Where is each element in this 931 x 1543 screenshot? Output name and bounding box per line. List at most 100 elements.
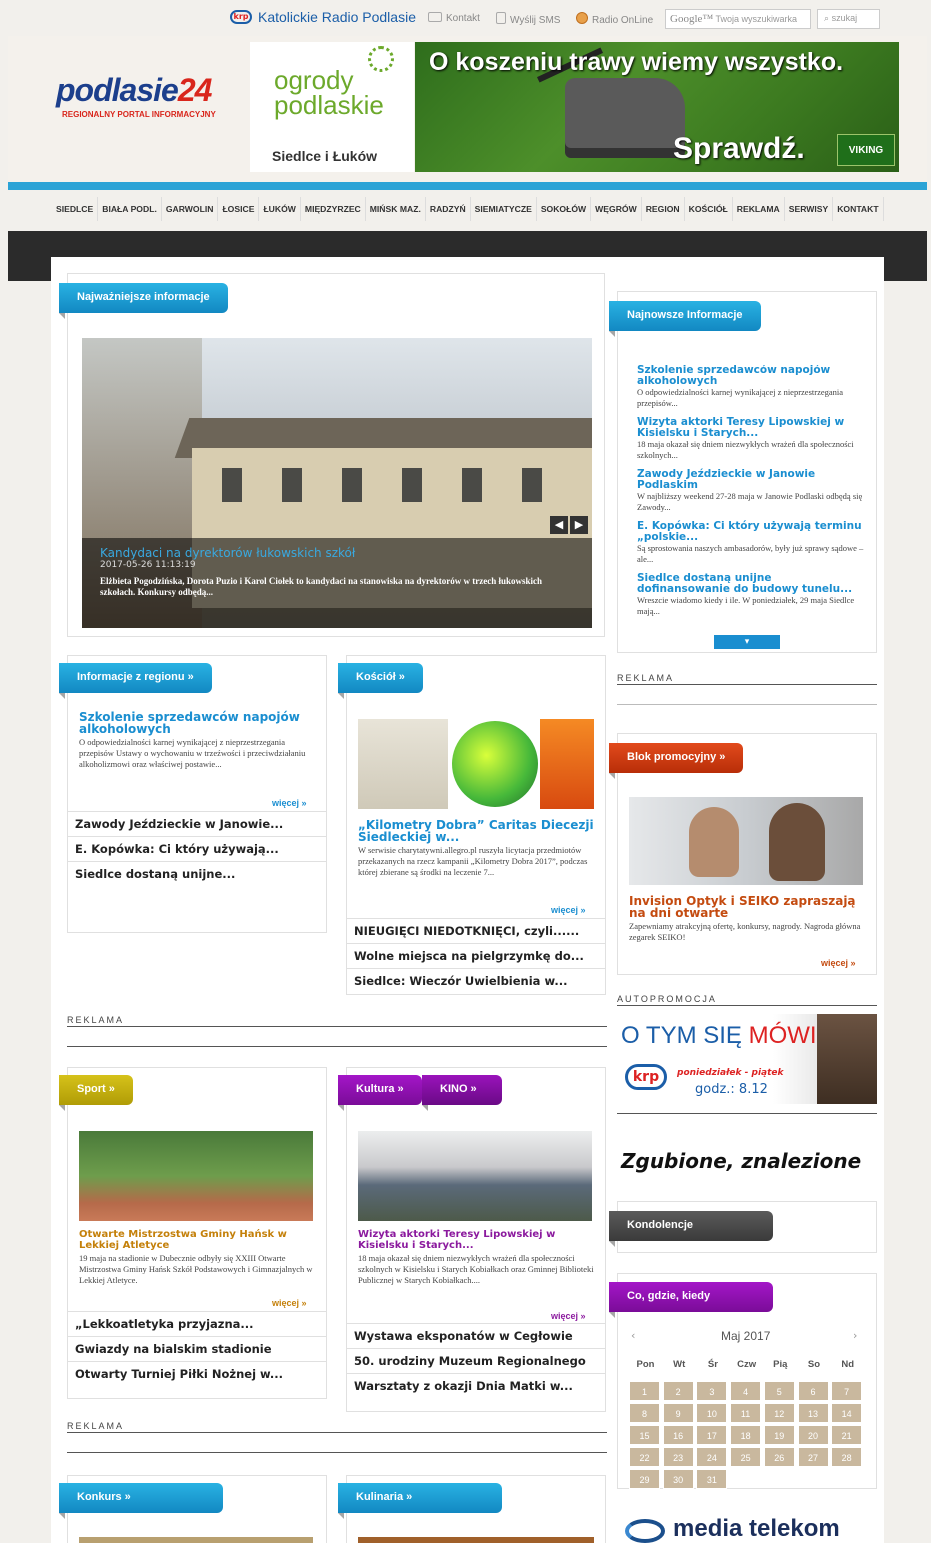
nav-item[interactable]: REKLAMA	[733, 197, 785, 221]
calendar-day[interactable]: 23	[662, 1447, 694, 1467]
region-link[interactable]: Siedlce dostaną unijne...	[67, 861, 327, 886]
culture-lead-image[interactable]	[358, 1131, 592, 1221]
nav-item[interactable]: WĘGRÓW	[591, 197, 642, 221]
news-slider[interactable]: Kandydaci na dyrektorów łukowskich szkół…	[82, 338, 592, 628]
calendar-day[interactable]: 14	[831, 1403, 863, 1423]
calendar-day[interactable]: 6	[797, 1381, 829, 1401]
calendar-day[interactable]: 25	[730, 1447, 762, 1467]
nav-item[interactable]: KOŚCIÓŁ	[685, 197, 733, 221]
church-lead-image[interactable]	[358, 719, 594, 809]
culture-link[interactable]: Warsztaty z okazji Dnia Matki w...	[346, 1373, 606, 1398]
calendar-day[interactable]: 4	[730, 1381, 762, 1401]
calendar-day[interactable]: 11	[730, 1403, 762, 1423]
calendar-day[interactable]: 26	[763, 1447, 795, 1467]
tab-calendar[interactable]: Co, gdzie, kiedy	[609, 1282, 773, 1318]
cuisine-image[interactable]	[358, 1537, 594, 1543]
church-link[interactable]: NIEUGIĘCI NIEDOTKNIĘCI, czyli......	[346, 918, 606, 943]
nav-item[interactable]: REGION	[642, 197, 685, 221]
newest-item-title[interactable]: Siedlce dostaną unijne dofinansowanie do…	[637, 573, 867, 595]
slider-prev-button[interactable]: ◀	[550, 516, 568, 534]
newest-item-title[interactable]: Szkolenie sprzedawców napojów alkoholowy…	[637, 365, 867, 387]
sport-more-link[interactable]: więcej »	[272, 1298, 307, 1308]
calendar-day[interactable]: 19	[763, 1425, 795, 1445]
search-button[interactable]: ⌕ szukaj	[817, 9, 880, 29]
newest-item-title[interactable]: Wizyta aktorki Teresy Lipowskiej w Kisie…	[637, 417, 867, 439]
tab-condolences[interactable]: Kondolencje	[609, 1211, 773, 1247]
calendar-day[interactable]: 2	[662, 1381, 694, 1401]
calendar-day[interactable]: 28	[831, 1447, 863, 1467]
culture-lead[interactable]: Wizyta aktorki Teresy Lipowskiej w Kisie…	[358, 1229, 594, 1286]
culture-link[interactable]: Wystawa eksponatów w Cegłowie	[346, 1323, 606, 1348]
otym-banner[interactable]: O TYM SIĘ MÓWI krp poniedziałek - piątek…	[617, 1014, 877, 1104]
calendar-day[interactable]: 21	[831, 1425, 863, 1445]
tab-region[interactable]: Informacje z regionu »	[59, 663, 212, 699]
nav-item[interactable]: SOKOŁÓW	[537, 197, 592, 221]
nav-item[interactable]: ŁUKÓW	[259, 197, 301, 221]
church-lead-title[interactable]: „Kilometry Dobra” Caritas Diecezji Siedl…	[358, 819, 594, 843]
calendar-day[interactable]: 8	[629, 1403, 660, 1423]
calendar-day[interactable]: 13	[797, 1403, 829, 1423]
culture-link[interactable]: 50. urodziny Muzeum Regionalnego	[346, 1348, 606, 1373]
calendar-day[interactable]: 12	[763, 1403, 795, 1423]
nav-item[interactable]: ŁOSICE	[218, 197, 260, 221]
calendar-day[interactable]: 22	[629, 1447, 660, 1467]
tab-contest[interactable]: Konkurs »	[59, 1483, 223, 1519]
calendar-day[interactable]: 10	[696, 1403, 728, 1423]
contact-link[interactable]: Kontakt	[428, 12, 480, 24]
site-logo[interactable]: podlasie24	[56, 72, 212, 109]
tab-culture[interactable]: Kultura »	[338, 1075, 422, 1111]
tab-church[interactable]: Kościół »	[338, 663, 423, 699]
nav-item[interactable]: MIŃSK MAZ.	[366, 197, 426, 221]
newest-item-title[interactable]: Zawody Jeździeckie w Janowie Podlaskim	[637, 469, 867, 491]
calendar-next[interactable]: ›	[853, 1329, 857, 1342]
nav-item[interactable]: SIEDLCE	[52, 197, 99, 221]
church-more-link[interactable]: więcej »	[551, 905, 586, 915]
culture-more-link[interactable]: więcej »	[551, 1311, 586, 1321]
tab-promo[interactable]: Blok promocyjny »	[609, 743, 744, 779]
scroll-down-button[interactable]: ▾	[714, 635, 780, 649]
newest-item[interactable]: Szkolenie sprzedawców napojów alkoholowy…	[637, 365, 867, 409]
tab-cuisine[interactable]: Kulinaria »	[338, 1483, 502, 1519]
calendar-day[interactable]: 5	[763, 1381, 795, 1401]
church-link[interactable]: Wolne miejsca na pielgrzymkę do...	[346, 943, 606, 968]
media-telekom-ad[interactable]: media telekom	[625, 1515, 879, 1543]
calendar-day[interactable]: 30	[662, 1469, 694, 1489]
calendar-day[interactable]: 16	[662, 1425, 694, 1445]
tab-sport[interactable]: Sport »	[59, 1075, 133, 1111]
region-lead-title[interactable]: Szkolenie sprzedawców napojów alkoholowy…	[79, 711, 319, 735]
calendar-day[interactable]: 20	[797, 1425, 829, 1445]
nav-item[interactable]: RADZYŃ	[426, 197, 471, 221]
send-sms-link[interactable]: Wyślij SMS	[496, 12, 560, 26]
calendar-day[interactable]: 27	[797, 1447, 829, 1467]
mower-banner-ad[interactable]: O koszeniu trawy wiemy wszystko. Sprawdź…	[415, 42, 899, 172]
slide-title[interactable]: Kandydaci na dyrektorów łukowskich szkół	[100, 546, 355, 560]
culture-lead-title[interactable]: Wizyta aktorki Teresy Lipowskiej w Kisie…	[358, 1229, 594, 1251]
promo-image[interactable]	[629, 797, 863, 885]
nav-item[interactable]: MIĘDZYRZEC	[301, 197, 366, 221]
calendar-day[interactable]: 15	[629, 1425, 660, 1445]
calendar-day[interactable]: 24	[696, 1447, 728, 1467]
calendar-prev[interactable]: ‹	[631, 1329, 635, 1342]
newest-item-title[interactable]: E. Kopówka: Ci który używają terminu „po…	[637, 521, 867, 543]
promo-more-link[interactable]: więcej »	[821, 958, 856, 968]
tab-main-news[interactable]: Najważniejsze informacje	[59, 283, 228, 319]
tab-kino[interactable]: KINO »	[422, 1075, 502, 1111]
region-link[interactable]: E. Kopówka: Ci który używają...	[67, 836, 327, 861]
tab-newest[interactable]: Najnowsze Informacje	[609, 301, 761, 337]
newest-item[interactable]: Siedlce dostaną unijne dofinansowanie do…	[637, 573, 867, 617]
sport-lead[interactable]: Otwarte Mistrzostwa Gminy Hańsk w Lekkie…	[79, 1229, 313, 1286]
nav-item[interactable]: SERWISY	[785, 197, 834, 221]
slider-next-button[interactable]: ▶	[570, 516, 588, 534]
promo-lead[interactable]: Invision Optyk i SEIKO zapraszają na dni…	[629, 895, 863, 943]
region-link[interactable]: Zawody Jeździeckie w Janowie...	[67, 811, 327, 836]
newest-item[interactable]: Zawody Jeździeckie w Janowie Podlaskim W …	[637, 469, 867, 513]
nav-item[interactable]: SIEMIATYCZE	[471, 197, 537, 221]
region-lead[interactable]: Szkolenie sprzedawców napojów alkoholowy…	[79, 711, 319, 770]
calendar-day[interactable]: 7	[831, 1381, 863, 1401]
calendar-day[interactable]: 31	[696, 1469, 728, 1489]
church-link[interactable]: Siedlce: Wieczór Uwielbienia w...	[346, 968, 606, 993]
sport-lead-title[interactable]: Otwarte Mistrzostwa Gminy Hańsk w Lekkie…	[79, 1229, 313, 1251]
search-input[interactable]: Google™ Twoja wyszukiwarka	[665, 9, 811, 29]
sport-lead-image[interactable]	[79, 1131, 313, 1221]
calendar-day[interactable]: 17	[696, 1425, 728, 1445]
